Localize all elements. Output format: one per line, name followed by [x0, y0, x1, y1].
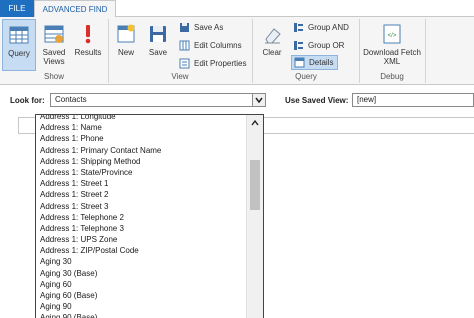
- look-for-value: Contacts: [55, 95, 87, 104]
- look-for-label: Look for:: [10, 96, 45, 105]
- field-option[interactable]: Aging 60 (Base): [36, 290, 246, 301]
- saved-views-button[interactable]: Saved Views: [38, 19, 70, 71]
- new-view-button[interactable]: New: [112, 19, 140, 71]
- floppy-disk-icon: [147, 23, 169, 45]
- field-option[interactable]: Aging 90 (Base): [36, 312, 246, 318]
- details-icon: [294, 57, 305, 68]
- save-button[interactable]: Save: [144, 19, 172, 71]
- field-option[interactable]: Address 1: UPS Zone: [36, 234, 246, 245]
- edit-columns-icon: [179, 40, 190, 51]
- show-group-label: Show: [43, 72, 64, 81]
- group-or-button[interactable]: Group OR: [293, 38, 344, 53]
- tab-file[interactable]: FILE: [0, 0, 34, 17]
- query-group-label: Query: [295, 72, 317, 81]
- field-option[interactable]: Address 1: Primary Contact Name: [36, 145, 246, 156]
- field-option[interactable]: Address 1: Name: [36, 122, 246, 133]
- group-divider: [425, 19, 426, 83]
- query-button-label: Query: [8, 49, 30, 58]
- chevron-up-icon[interactable]: [247, 115, 263, 131]
- edit-properties-icon: [179, 58, 190, 69]
- group-and-button[interactable]: Group AND: [293, 20, 349, 35]
- field-option[interactable]: Address 1: Shipping Method: [36, 156, 246, 167]
- group-divider: [359, 19, 360, 83]
- edit-columns-label: Edit Columns: [194, 41, 242, 50]
- group-or-label: Group OR: [308, 41, 345, 50]
- eraser-icon: [261, 23, 283, 45]
- field-option[interactable]: Address 1: Longitude: [36, 115, 246, 122]
- field-option[interactable]: Address 1: Street 3: [36, 201, 246, 212]
- new-view-icon: [115, 23, 137, 45]
- tab-advanced-find[interactable]: ADVANCED FIND: [34, 0, 116, 18]
- field-option[interactable]: Aging 30 (Base): [36, 268, 246, 279]
- clear-button-label: Clear: [262, 48, 282, 57]
- save-as-icon: [179, 22, 190, 33]
- saved-views-label: Saved Views: [42, 48, 66, 66]
- debug-group-label: Debug: [380, 72, 404, 81]
- field-option[interactable]: Address 1: Telephone 3: [36, 223, 246, 234]
- saved-view-select[interactable]: [new]: [352, 93, 474, 107]
- field-option[interactable]: Address 1: Phone: [36, 133, 246, 144]
- ribbon-tab-strip: FILE ADVANCED FIND: [0, 0, 474, 18]
- save-button-label: Save: [148, 48, 168, 57]
- results-button-label: Results: [74, 48, 102, 57]
- edit-properties-label: Edit Properties: [194, 59, 247, 68]
- ribbon: Query Saved Views Results Show New Save …: [0, 17, 474, 85]
- field-option[interactable]: Aging 30: [36, 256, 246, 267]
- query-button[interactable]: Query: [2, 19, 36, 71]
- save-as-label: Save As: [194, 23, 224, 32]
- field-option[interactable]: Address 1: ZIP/Postal Code: [36, 245, 246, 256]
- chevron-down-icon[interactable]: [252, 94, 265, 106]
- saved-views-icon: [43, 23, 65, 45]
- group-divider: [108, 19, 109, 83]
- group-divider: [252, 19, 253, 83]
- look-for-bar: Look for: Contacts Use Saved View: [new]: [0, 86, 474, 114]
- saved-view-label: Use Saved View:: [285, 96, 349, 105]
- results-button[interactable]: Results: [72, 19, 104, 71]
- edit-properties-button[interactable]: Edit Properties: [179, 56, 246, 71]
- field-option[interactable]: Aging 90: [36, 301, 246, 312]
- field-option[interactable]: Address 1: Telephone 2: [36, 212, 246, 223]
- group-and-icon: [293, 22, 304, 33]
- details-button[interactable]: Details: [291, 55, 339, 70]
- field-option[interactable]: Address 1: State/Province: [36, 167, 246, 178]
- dropdown-scrollbar[interactable]: [246, 115, 263, 318]
- field-options: Address 1: Longitude Address 1: Name Addre…: [36, 115, 246, 318]
- field-dropdown-list[interactable]: Address 1: Longitude Address 1: Name Addre…: [35, 114, 264, 318]
- field-option[interactable]: Address 1: Street 2: [36, 189, 246, 200]
- svg-text:</>: </>: [388, 33, 397, 39]
- field-option[interactable]: Aging 60: [36, 279, 246, 290]
- save-as-button[interactable]: Save As: [179, 20, 223, 35]
- new-view-label: New: [117, 48, 134, 57]
- download-fetch-xml-label: Download Fetch XML: [363, 48, 421, 66]
- download-xml-icon: </>: [381, 23, 403, 45]
- look-for-select[interactable]: Contacts: [50, 93, 266, 107]
- group-or-icon: [293, 40, 304, 51]
- group-and-label: Group AND: [308, 23, 349, 32]
- scrollbar-thumb[interactable]: [250, 160, 260, 210]
- clear-button[interactable]: Clear: [257, 19, 287, 71]
- download-fetch-xml-button[interactable]: </> Download Fetch XML: [362, 19, 422, 71]
- view-group-label: View: [171, 72, 189, 81]
- saved-view-value: [new]: [357, 95, 377, 104]
- details-label: Details: [309, 58, 334, 67]
- field-option[interactable]: Address 1: Street 1: [36, 178, 246, 189]
- query-grid-icon: [8, 24, 30, 46]
- edit-columns-button[interactable]: Edit Columns: [179, 38, 242, 53]
- exclamation-icon: [77, 23, 99, 45]
